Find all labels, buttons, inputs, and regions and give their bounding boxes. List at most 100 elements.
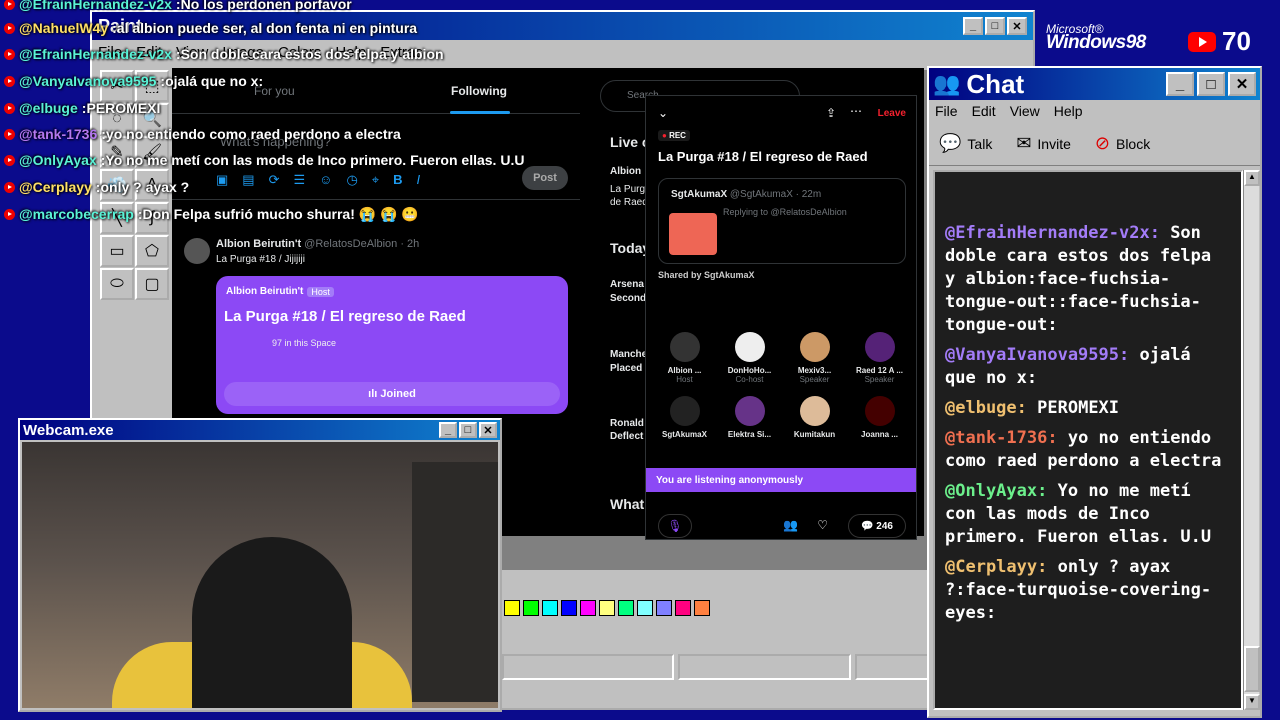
- participant[interactable]: Raed 12 A ... Speaker: [847, 332, 912, 384]
- rounded-rect-tool-icon[interactable]: ▢: [135, 268, 169, 300]
- collapse-chevron-icon[interactable]: ⌄: [658, 106, 668, 120]
- participant-avatar[interactable]: [799, 396, 830, 426]
- trend-item-1[interactable]: Arsena: [610, 279, 644, 290]
- comments-button[interactable]: 💬 246: [848, 514, 906, 538]
- participant-avatar[interactable]: [669, 332, 700, 362]
- menu-colors[interactable]: Colors: [278, 44, 321, 61]
- scroll-down-icon[interactable]: ▼: [1244, 694, 1260, 710]
- more-icon[interactable]: ⋯: [850, 104, 862, 118]
- palette-swatch[interactable]: [580, 600, 596, 616]
- emoji-icon[interactable]: ☺: [319, 172, 332, 188]
- menu-edit[interactable]: Edit: [136, 44, 162, 61]
- participant-avatar[interactable]: [669, 396, 700, 426]
- participant[interactable]: DonHoHo... Co-host: [717, 332, 782, 384]
- close-button[interactable]: ✕: [1007, 17, 1027, 35]
- maximize-button[interactable]: □: [985, 17, 1005, 35]
- participant-avatar[interactable]: [864, 332, 895, 362]
- palette-swatch[interactable]: [675, 600, 691, 616]
- rectangle-tool-icon[interactable]: ▭: [100, 235, 134, 267]
- participant[interactable]: Joanna ...: [847, 396, 912, 439]
- live-sub3[interactable]: de Raed: [610, 197, 648, 208]
- menu-view[interactable]: View: [176, 44, 208, 61]
- palette-swatch[interactable]: [542, 600, 558, 616]
- eraser-tool-icon[interactable]: ◌: [100, 103, 134, 135]
- shared-post-card[interactable]: SgtAkumaX @SgtAkumaX · 22m Replying to @…: [658, 178, 906, 264]
- participant[interactable]: Kumitakun: [782, 396, 847, 439]
- poll-icon[interactable]: ☰: [294, 172, 306, 188]
- rect-select-tool-icon[interactable]: ⬚: [135, 70, 169, 102]
- tab-for-you[interactable]: For you: [254, 84, 295, 98]
- gif-icon[interactable]: ▤: [242, 172, 254, 188]
- schedule-icon[interactable]: ◷: [346, 172, 357, 188]
- space-card[interactable]: Albion Beirutin't Host La Purga #18 / El…: [216, 276, 568, 414]
- menu-edit[interactable]: Edit: [972, 103, 996, 119]
- curve-tool-icon[interactable]: ∫: [135, 202, 169, 234]
- text-tool-icon[interactable]: A: [135, 169, 169, 201]
- participant[interactable]: Elektra Si...: [717, 396, 782, 439]
- palette-swatch[interactable]: [656, 600, 672, 616]
- minimize-button[interactable]: _: [439, 422, 457, 438]
- participant[interactable]: SgtAkumaX: [652, 396, 717, 439]
- live-sub[interactable]: Albion: [610, 166, 641, 177]
- italic-icon[interactable]: I: [417, 172, 421, 188]
- free-select-tool-icon[interactable]: ✂: [100, 70, 134, 102]
- share-icon[interactable]: ⇪: [826, 106, 836, 120]
- brush-tool-icon[interactable]: 🖌: [135, 136, 169, 168]
- trend-item-1b[interactable]: Second: [610, 293, 646, 304]
- participant-avatar[interactable]: [734, 332, 765, 362]
- participant[interactable]: Albion ... Host: [652, 332, 717, 384]
- palette-swatch[interactable]: [618, 600, 634, 616]
- menu-help[interactable]: Help: [335, 44, 366, 61]
- line-tool-icon[interactable]: ╲: [100, 202, 134, 234]
- post-button[interactable]: Post: [522, 166, 568, 190]
- trend-item-3b[interactable]: Deflect: [610, 431, 643, 442]
- people-icon[interactable]: 👥: [783, 518, 798, 532]
- palette-swatch[interactable]: [599, 600, 615, 616]
- scroll-thumb[interactable]: [1244, 646, 1260, 692]
- magnifier-tool-icon[interactable]: 🔍: [135, 103, 169, 135]
- media-icon[interactable]: ▣: [216, 172, 228, 188]
- chat-log[interactable]: @EfrainHernandez-v2x: Son doble cara est…: [933, 170, 1243, 710]
- trend-item-2b[interactable]: Placed: [610, 363, 642, 374]
- talk-button[interactable]: 💬 Talk: [939, 133, 992, 154]
- scroll-up-icon[interactable]: ▲: [1244, 170, 1260, 186]
- close-button[interactable]: ✕: [1228, 72, 1256, 96]
- block-button[interactable]: ⊘ Block: [1095, 133, 1150, 154]
- invite-button[interactable]: ✉ Invite: [1016, 133, 1071, 154]
- post-thumbnail[interactable]: [669, 213, 717, 255]
- palette-swatch[interactable]: [504, 600, 520, 616]
- airbrush-tool-icon[interactable]: 💨: [100, 169, 134, 201]
- menu-extras[interactable]: Extras: [380, 44, 423, 61]
- paint-title-bar[interactable]: Paint _ □ ✕: [92, 12, 1033, 40]
- palette-swatch[interactable]: [523, 600, 539, 616]
- palette-swatch[interactable]: [694, 600, 710, 616]
- minimize-button[interactable]: _: [1166, 72, 1194, 96]
- avatar[interactable]: [184, 238, 210, 264]
- chat-title-bar[interactable]: 👥 Chat _ □ ✕: [929, 68, 1260, 100]
- joined-button[interactable]: ılı Joined: [224, 382, 560, 406]
- ellipse-tool-icon[interactable]: ⬭: [100, 268, 134, 300]
- live-sub2[interactable]: La Purg: [610, 184, 645, 195]
- palette-swatch[interactable]: [637, 600, 653, 616]
- tweet-author[interactable]: Albion Beirutin't @RelatosDeAlbion · 2h: [216, 238, 419, 250]
- reaction-icon[interactable]: ♡: [817, 518, 828, 532]
- palette-swatch[interactable]: [561, 600, 577, 616]
- minimize-button[interactable]: _: [963, 17, 983, 35]
- menu-file[interactable]: File: [98, 44, 122, 61]
- polygon-tool-icon[interactable]: ⬠: [135, 235, 169, 267]
- leave-button[interactable]: Leave: [878, 108, 906, 119]
- maximize-button[interactable]: □: [1197, 72, 1225, 96]
- menu-view[interactable]: View: [1010, 103, 1040, 119]
- trend-item-3[interactable]: Ronald: [610, 418, 644, 429]
- mic-icon[interactable]: 🎙: [658, 514, 692, 538]
- shared-post-author[interactable]: SgtAkumaX @SgtAkumaX · 22m: [671, 189, 821, 200]
- chat-scrollbar[interactable]: ▲ ▼: [1243, 170, 1260, 710]
- menu-image[interactable]: Image: [222, 44, 264, 61]
- participant-avatar[interactable]: [864, 396, 895, 426]
- location-icon[interactable]: ⌖: [372, 172, 379, 188]
- tab-following[interactable]: Following: [451, 84, 507, 98]
- compose-input[interactable]: What's happening?: [220, 134, 331, 149]
- menu-help[interactable]: Help: [1054, 103, 1083, 119]
- bold-icon[interactable]: B: [393, 172, 402, 188]
- participant-avatar[interactable]: [734, 396, 765, 426]
